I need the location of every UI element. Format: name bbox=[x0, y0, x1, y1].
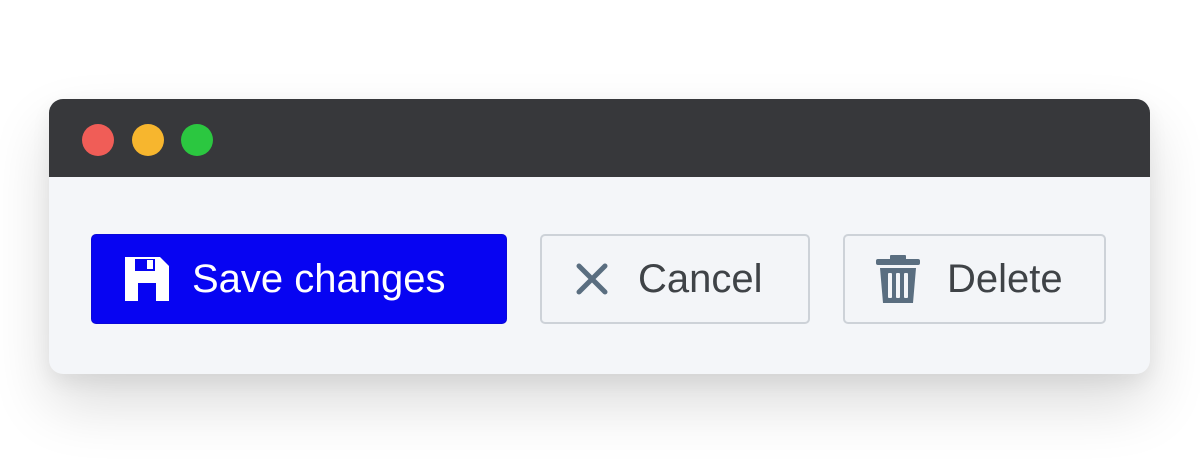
maximize-window-button[interactable] bbox=[181, 124, 213, 156]
action-bar: Save changes Cancel Delete bbox=[49, 177, 1150, 374]
delete-button[interactable]: Delete bbox=[843, 234, 1106, 324]
floppy-disk-icon bbox=[122, 254, 172, 304]
close-window-button[interactable] bbox=[82, 124, 114, 156]
close-icon bbox=[574, 261, 610, 297]
save-changes-label: Save changes bbox=[192, 256, 446, 301]
app-window: Save changes Cancel Delete bbox=[49, 99, 1150, 374]
minimize-window-button[interactable] bbox=[132, 124, 164, 156]
cancel-label: Cancel bbox=[638, 256, 763, 301]
title-bar bbox=[49, 99, 1150, 177]
delete-label: Delete bbox=[947, 256, 1063, 301]
cancel-button[interactable]: Cancel bbox=[540, 234, 810, 324]
save-changes-button[interactable]: Save changes bbox=[91, 234, 507, 324]
trash-icon bbox=[875, 254, 921, 304]
